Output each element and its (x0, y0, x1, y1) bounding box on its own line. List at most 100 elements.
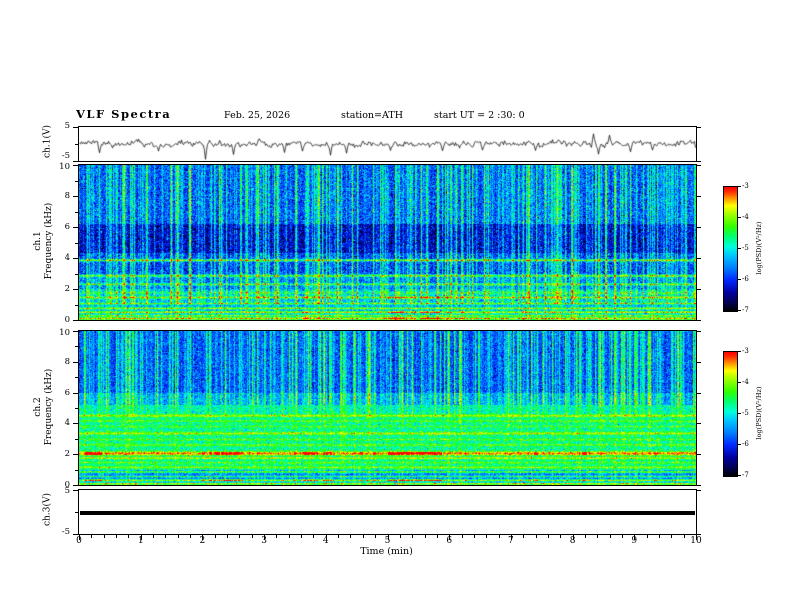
ch2-spectrogram-panel (78, 330, 697, 486)
tick-mark (350, 535, 352, 538)
tick-mark (646, 535, 648, 538)
tick-label: 3 (261, 536, 267, 546)
tick-mark (572, 535, 574, 540)
tick-mark (103, 535, 105, 538)
frequency-khz-label-line: Frequency (kHz) (44, 368, 54, 446)
tick-mark (535, 535, 537, 538)
tick-mark (301, 535, 303, 538)
tick-mark (153, 535, 155, 538)
tick-mark (696, 535, 697, 540)
ch1-label-line: ch.1 (33, 231, 43, 251)
tick-mark (697, 331, 701, 332)
tick-mark (697, 423, 701, 425)
tick-mark (214, 535, 216, 538)
tick-mark (165, 535, 167, 538)
tick-mark (697, 534, 701, 535)
tick-mark (362, 535, 364, 538)
tick-mark (697, 320, 701, 321)
tick-label: -3 (742, 182, 749, 190)
colorbar-ch2-label: log(PSD)(V²/Hz) (755, 386, 763, 440)
tick-mark (738, 248, 741, 249)
ch1-waveform-panel (78, 126, 697, 162)
tick-mark (697, 161, 701, 162)
tick-mark (461, 535, 463, 538)
tick-mark (412, 535, 414, 538)
tick-mark (227, 535, 229, 538)
tick-mark (473, 535, 475, 538)
tick-mark (658, 535, 660, 538)
tick-label: -7 (742, 471, 749, 479)
tick-label: 4 (322, 536, 329, 546)
tick-mark (738, 475, 741, 476)
tick-label: -7 (742, 306, 749, 314)
tick-mark (738, 413, 741, 414)
tick-mark (399, 535, 401, 538)
tick-mark (288, 535, 290, 538)
tick-label: 9 (631, 536, 638, 546)
ch1-spectrogram-canvas (79, 165, 696, 320)
tick-mark (697, 127, 701, 128)
start-ut-label: start UT = 2 :30: 0 (434, 110, 525, 121)
tick-mark (738, 351, 741, 352)
tick-label: 5 (384, 536, 391, 546)
tick-mark (697, 485, 701, 486)
tick-mark (738, 186, 741, 187)
tick-mark (202, 535, 204, 540)
tick-mark (683, 535, 685, 538)
vlf-spectra-figure: VLF Spectra Feb. 25, 2026 station=ATH st… (0, 0, 792, 612)
tick-mark (313, 535, 315, 538)
ch1-spectrogram-panel (78, 164, 697, 321)
tick-label: 6 (446, 536, 453, 546)
tick-mark (697, 454, 701, 456)
figure-title: VLF Spectra (76, 107, 172, 121)
tick-mark (116, 535, 118, 538)
tick-mark (738, 310, 741, 311)
tick-mark (697, 289, 701, 290)
station-label: station=ATH (341, 110, 403, 121)
tick-mark (251, 535, 253, 538)
ch1-voltage-axis-label: ch.1(V) (42, 125, 53, 158)
tick-mark (609, 535, 611, 538)
tick-mark (584, 535, 586, 538)
tick-mark (264, 535, 266, 540)
date-label: Feb. 25, 2026 (224, 110, 291, 121)
tick-mark (239, 535, 241, 538)
tick-mark (697, 196, 701, 197)
tick-mark (697, 361, 701, 363)
tick-mark (738, 382, 741, 383)
tick-mark (621, 535, 623, 538)
tick-mark (424, 535, 426, 538)
tick-mark (697, 490, 701, 491)
tick-mark (697, 258, 701, 259)
tick-label: 1 (137, 536, 144, 546)
tick-mark (449, 535, 451, 540)
tick-mark (697, 227, 701, 228)
tick-mark (697, 165, 701, 166)
ch2-spectrogram-canvas (79, 331, 696, 485)
tick-label: 10 (59, 328, 70, 338)
tick-mark (436, 535, 438, 538)
tick-mark (523, 535, 525, 538)
ch2-label-line: ch.2 (33, 397, 43, 417)
tick-label: 0 (76, 536, 82, 546)
tick-label: -3 (742, 347, 749, 355)
tick-mark (634, 535, 636, 540)
tick-label: 2 (199, 536, 206, 546)
tick-mark (91, 535, 93, 538)
tick-mark (276, 535, 278, 538)
tick-mark (325, 535, 327, 540)
ch3-flatline-trace (80, 511, 695, 515)
tick-mark (190, 535, 192, 538)
tick-mark (338, 535, 340, 538)
colorbar-ch1 (723, 186, 738, 312)
tick-mark (140, 535, 142, 540)
tick-mark (697, 392, 701, 394)
colorbar-ch1-label: log(PSD)(V²/Hz) (755, 221, 763, 275)
tick-mark (498, 535, 500, 538)
tick-mark (597, 535, 599, 538)
tick-mark (671, 535, 673, 538)
ch3-voltage-axis-label: ch.3(V) (42, 493, 53, 526)
tick-mark (387, 535, 389, 540)
frequency-khz-label-line: Frequency (kHz) (44, 202, 54, 280)
tick-mark (486, 535, 488, 538)
